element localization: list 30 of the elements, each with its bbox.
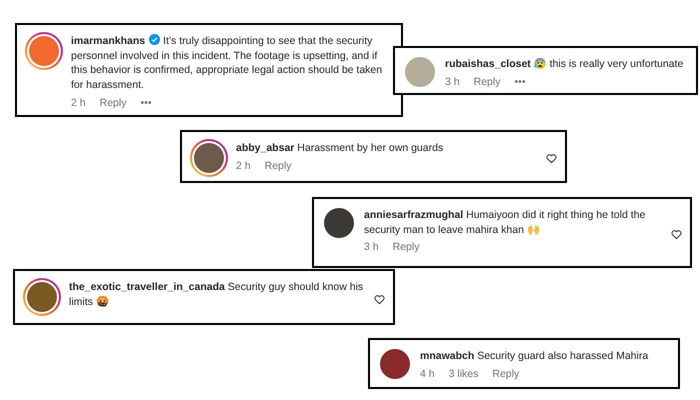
comment-text: abby_absar Harassment by her own guards [236,141,444,156]
heart-icon[interactable] [671,229,682,240]
footer-item[interactable]: 2 h [236,158,251,174]
comment-text: imarmankhans It’s truly disappointing to see that the security personnel involved in this incident. The footage is upsetting, and if this behavior is confirmed, appropriate legal action should be taken for harassment. [71,34,384,93]
footer-item[interactable]: Reply [474,74,500,90]
comment-text: the_exotic_traveller_in_canada Security guy should know his limits 🤬 [69,280,364,310]
footer-item[interactable]: Reply [492,366,520,382]
footer-item[interactable]: 3 likes [448,366,478,382]
footer-item[interactable]: Reply [392,240,420,256]
footer-item[interactable]: 4 h [420,366,435,382]
heart-icon[interactable] [546,153,557,164]
comment-text: mnawabch Security guard also harassed Mahira [420,349,650,364]
username-link[interactable]: rubaishas_closet [445,58,531,70]
heart-icon[interactable] [374,294,385,304]
footer-item[interactable]: ••• [514,74,526,90]
avatar[interactable] [324,208,354,238]
username-link[interactable]: abby_absar [236,142,294,154]
username-link[interactable]: the_exotic_traveller_in_canada [69,281,225,293]
footer-item[interactable]: Reply [264,158,292,174]
footer-item[interactable]: 3 h [445,74,460,90]
footer-item[interactable]: 3 h [364,240,379,256]
footer-item[interactable]: Reply [100,96,126,112]
comment-text: rubaishas_closet 😰 this is really very unfortunate [445,57,684,72]
footer-item[interactable]: ••• [140,96,152,112]
comment-text: anniesarfrazmughal Humaiyoon did it right thing he told the security man to leave mahira khan 🙌 [364,208,646,238]
username-link[interactable]: mnawabch [420,350,474,362]
footer-item[interactable]: 2 h [71,96,86,112]
username-link[interactable]: imarmankhans [71,35,146,47]
username-link[interactable]: anniesarfrazmughal [364,209,464,221]
avatar[interactable] [380,349,410,379]
